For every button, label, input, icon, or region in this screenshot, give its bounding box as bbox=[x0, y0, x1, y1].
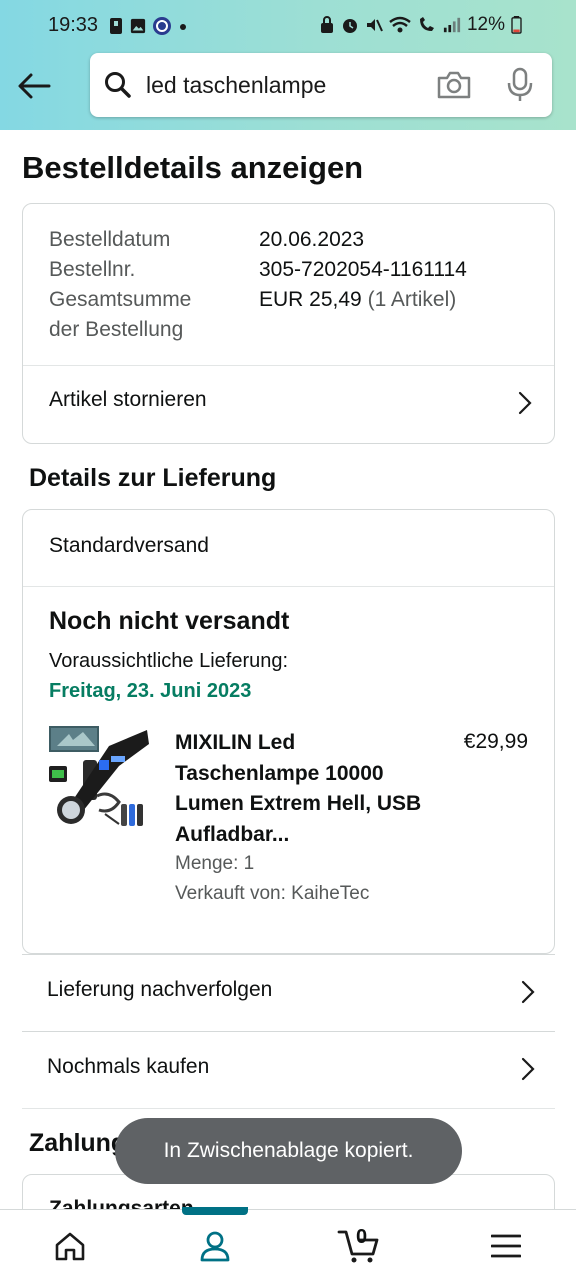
track-delivery-label: Lieferung nachverfolgen bbox=[47, 978, 273, 1001]
buy-again-label: Nochmals kaufen bbox=[47, 1055, 210, 1078]
sim-icon bbox=[110, 18, 122, 34]
search-bar[interactable]: led taschenlampe bbox=[90, 53, 552, 117]
shipment-card: Standardversand Noch nicht versandt Vora… bbox=[22, 509, 555, 954]
gallery-icon bbox=[130, 18, 146, 34]
menu-icon bbox=[491, 1234, 521, 1257]
battery-percent: 12% bbox=[466, 14, 505, 35]
status-time: 19:33 bbox=[48, 14, 99, 36]
chevron-right-icon bbox=[518, 391, 532, 415]
order-total-label-line1: Gesamtsumme bbox=[49, 288, 192, 311]
back-button[interactable] bbox=[14, 66, 54, 106]
camera-icon[interactable] bbox=[436, 69, 472, 101]
product-price: €29,99 bbox=[463, 730, 528, 753]
system-icons: 12% bbox=[319, 14, 522, 36]
cancel-items-link[interactable]: Artikel stornieren bbox=[23, 366, 554, 442]
expected-delivery-date: Freitag, 23. Juni 2023 bbox=[49, 680, 252, 702]
home-icon bbox=[55, 1232, 85, 1260]
alarm-icon bbox=[342, 19, 357, 33]
order-date-label: Bestelldatum bbox=[49, 228, 171, 251]
order-number-label: Bestellnr. bbox=[49, 258, 136, 281]
microphone-icon[interactable] bbox=[506, 67, 534, 103]
user-icon bbox=[200, 1231, 230, 1261]
product-title-link[interactable]: MIXILIN Led Taschenlampe 10000 Lumen Ext… bbox=[175, 728, 425, 850]
toast-message: In Zwischenablage kopiert. bbox=[115, 1118, 462, 1184]
shipment-status: Noch nicht versandt bbox=[49, 607, 290, 635]
order-number-value[interactable]: 305-7202054-1161114 bbox=[259, 255, 467, 285]
track-delivery-link[interactable]: Lieferung nachverfolgen bbox=[22, 954, 555, 1031]
wifi-icon bbox=[389, 16, 411, 33]
chevron-right-icon bbox=[521, 1057, 535, 1081]
bottom-nav: 0 bbox=[0, 1209, 576, 1280]
app-header: 19:33 12% led taschenlampe bbox=[0, 0, 576, 130]
nav-account[interactable] bbox=[170, 1210, 260, 1280]
expected-delivery-label: Voraussichtliche Lieferung: bbox=[49, 650, 289, 672]
shipping-method: Standardversand bbox=[49, 534, 209, 557]
notification-icons bbox=[108, 16, 188, 36]
nav-home[interactable] bbox=[25, 1210, 115, 1280]
delivery-heading: Details zur Lieferung bbox=[29, 464, 277, 492]
app-notification-icon bbox=[153, 17, 171, 35]
product-image[interactable] bbox=[49, 726, 151, 832]
chevron-right-icon bbox=[521, 980, 535, 1004]
status-bar: 19:33 12% bbox=[0, 0, 576, 52]
wifi-call-icon bbox=[419, 17, 434, 31]
product-quantity: Menge: 1 bbox=[175, 853, 255, 874]
order-date-value: 20.06.2023 bbox=[259, 228, 365, 251]
buy-again-link[interactable]: Nochmals kaufen bbox=[22, 1031, 555, 1108]
toast-text: In Zwischenablage kopiert. bbox=[163, 1139, 414, 1162]
divider bbox=[23, 586, 554, 587]
order-total-value: EUR 25,49 (1 Artikel) bbox=[259, 285, 456, 315]
nav-active-indicator bbox=[182, 1207, 248, 1215]
product-seller[interactable]: Verkauft von: KaiheTec bbox=[175, 883, 369, 905]
nav-cart[interactable]: 0 bbox=[314, 1210, 404, 1280]
nav-menu[interactable] bbox=[461, 1210, 551, 1280]
search-input[interactable]: led taschenlampe bbox=[146, 72, 326, 99]
more-dot-icon bbox=[180, 24, 186, 30]
cart-count: 0 bbox=[356, 1226, 368, 1248]
battery-icon bbox=[511, 16, 522, 34]
cancel-items-label: Artikel stornieren bbox=[49, 388, 207, 411]
arrow-left-icon bbox=[18, 73, 51, 99]
order-total-amount: EUR 25,49 bbox=[259, 288, 362, 311]
page-title: Bestelldetails anzeigen bbox=[22, 150, 364, 185]
divider bbox=[22, 1108, 555, 1109]
mute-icon bbox=[366, 19, 383, 32]
lock-icon bbox=[320, 16, 333, 33]
order-total-label-line2: der Bestellung bbox=[49, 318, 184, 341]
search-icon bbox=[105, 72, 131, 98]
order-summary-card: Bestelldatum 20.06.2023 Bestellnr. 305-7… bbox=[22, 203, 555, 444]
order-total-items: (1 Artikel) bbox=[367, 288, 457, 311]
signal-icon bbox=[443, 17, 461, 33]
